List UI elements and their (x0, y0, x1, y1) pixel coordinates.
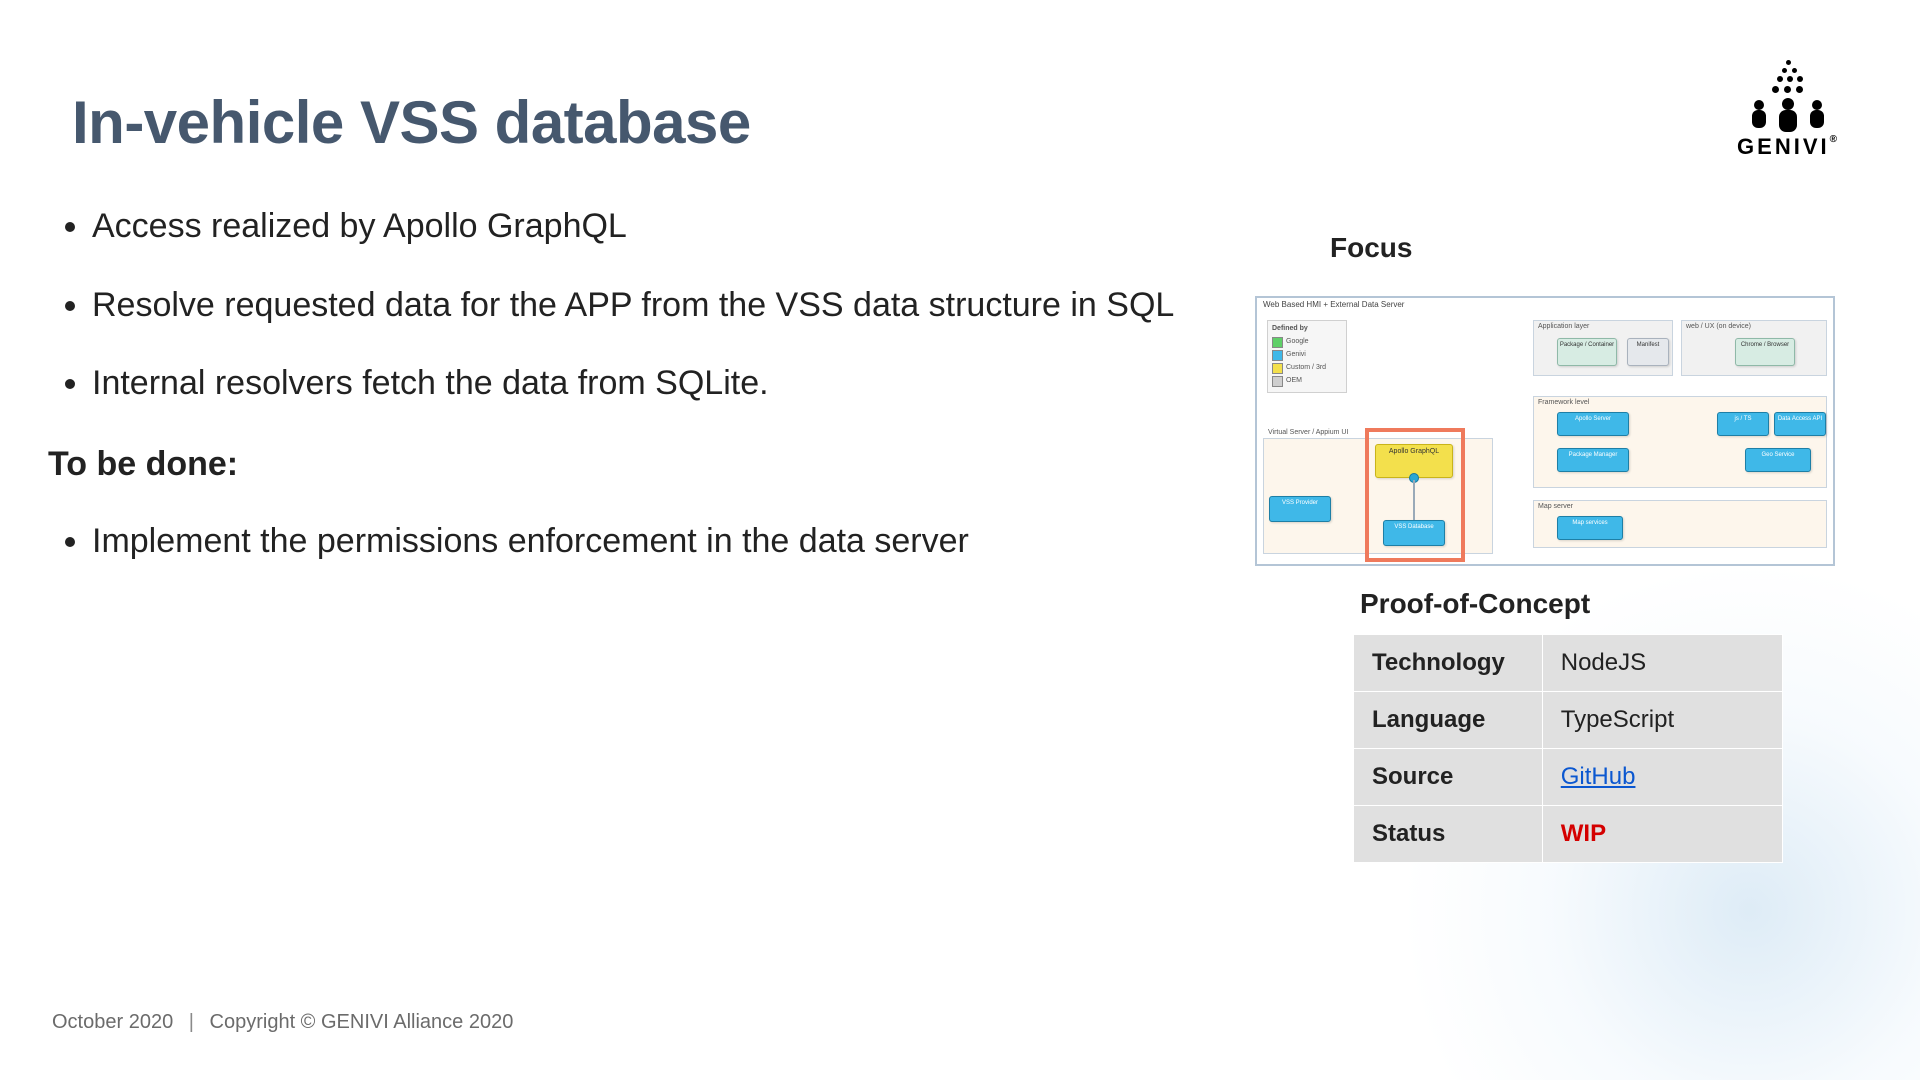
table-row: Technology NodeJS (1354, 635, 1783, 692)
footer: October 2020 | Copyright © GENIVI Allian… (52, 1011, 513, 1034)
table-row: Status WIP (1354, 806, 1783, 863)
table-value-link: GitHub (1542, 749, 1782, 806)
body-text: Access realized by Apollo GraphQL Resolv… (48, 200, 1208, 595)
genivi-logo: GENIVI® (1737, 60, 1840, 160)
bullet-item: Resolve requested data for the APP from … (92, 279, 1208, 332)
logo-name: GENIVI (1737, 134, 1830, 159)
focus-label: Focus (1330, 232, 1412, 264)
genivi-logo-text: GENIVI® (1737, 134, 1840, 160)
logo-mark: ® (1830, 134, 1840, 145)
node-package: Package / Container (1557, 338, 1617, 366)
bullet-list-todo: Implement the permissions enforcement in… (48, 515, 1208, 568)
node-manifest: Manifest (1627, 338, 1669, 366)
legend-item: OEM (1286, 376, 1302, 386)
footer-date: October 2020 (52, 1011, 173, 1033)
legend-title: Defined by (1272, 324, 1342, 334)
footer-copyright: Copyright © GENIVI Alliance 2020 (210, 1011, 514, 1033)
node-geo-service: Geo Service (1745, 448, 1811, 472)
node-data-api: Data Access API (1774, 412, 1826, 436)
bullet-list-main: Access realized by Apollo GraphQL Resolv… (48, 200, 1208, 410)
legend-item: Genivi (1286, 350, 1306, 360)
slide-title: In-vehicle VSS database (72, 88, 751, 157)
table-value-status: WIP (1542, 806, 1782, 863)
node-map-service: Map services (1557, 516, 1623, 540)
node-vss-provider: VSS Provider (1269, 496, 1331, 522)
node-apollo-server: Apollo Server (1557, 412, 1629, 436)
poc-table: Technology NodeJS Language TypeScript So… (1353, 634, 1783, 863)
diagram-framework-panel: Framework level (1533, 396, 1827, 488)
footer-separator: | (189, 1011, 194, 1033)
genivi-logo-icon (1744, 60, 1834, 130)
panel-label: Virtual Server / Appium UI (1268, 429, 1348, 436)
panel-label: Application layer (1538, 323, 1589, 330)
table-value: NodeJS (1542, 635, 1782, 692)
focus-highlight-box (1365, 428, 1465, 562)
table-key: Status (1354, 806, 1543, 863)
node-js-ts: js / TS (1717, 412, 1769, 436)
panel-label: Map server (1538, 503, 1573, 510)
panel-label: Framework level (1538, 399, 1589, 406)
github-link[interactable]: GitHub (1561, 763, 1636, 790)
table-value: TypeScript (1542, 692, 1782, 749)
bullet-item: Access realized by Apollo GraphQL (92, 200, 1208, 253)
bullet-item: Implement the permissions enforcement in… (92, 515, 1208, 568)
bullet-item: Internal resolvers fetch the data from S… (92, 357, 1208, 410)
diagram-caption: Web Based HMI + External Data Server (1263, 300, 1404, 309)
panel-label: web / UX (on device) (1686, 323, 1751, 330)
table-key: Source (1354, 749, 1543, 806)
legend-item: Custom / 3rd (1286, 363, 1326, 373)
legend-item: Google (1286, 337, 1309, 347)
node-pkg-manager: Package Manager (1557, 448, 1629, 472)
table-row: Source GitHub (1354, 749, 1783, 806)
status-wip: WIP (1561, 820, 1606, 847)
slide: In-vehicle VSS database GENIVI® (0, 0, 1920, 1080)
subhead-todo: To be done: (48, 438, 1208, 491)
architecture-diagram: Web Based HMI + External Data Server Def… (1255, 296, 1835, 566)
table-key: Technology (1354, 635, 1543, 692)
table-row: Language TypeScript (1354, 692, 1783, 749)
diagram-legend: Defined by Google Genivi Custom / 3rd OE… (1267, 320, 1347, 393)
table-key: Language (1354, 692, 1543, 749)
poc-label: Proof-of-Concept (1360, 588, 1590, 620)
node-right-app: Chrome / Browser (1735, 338, 1795, 366)
